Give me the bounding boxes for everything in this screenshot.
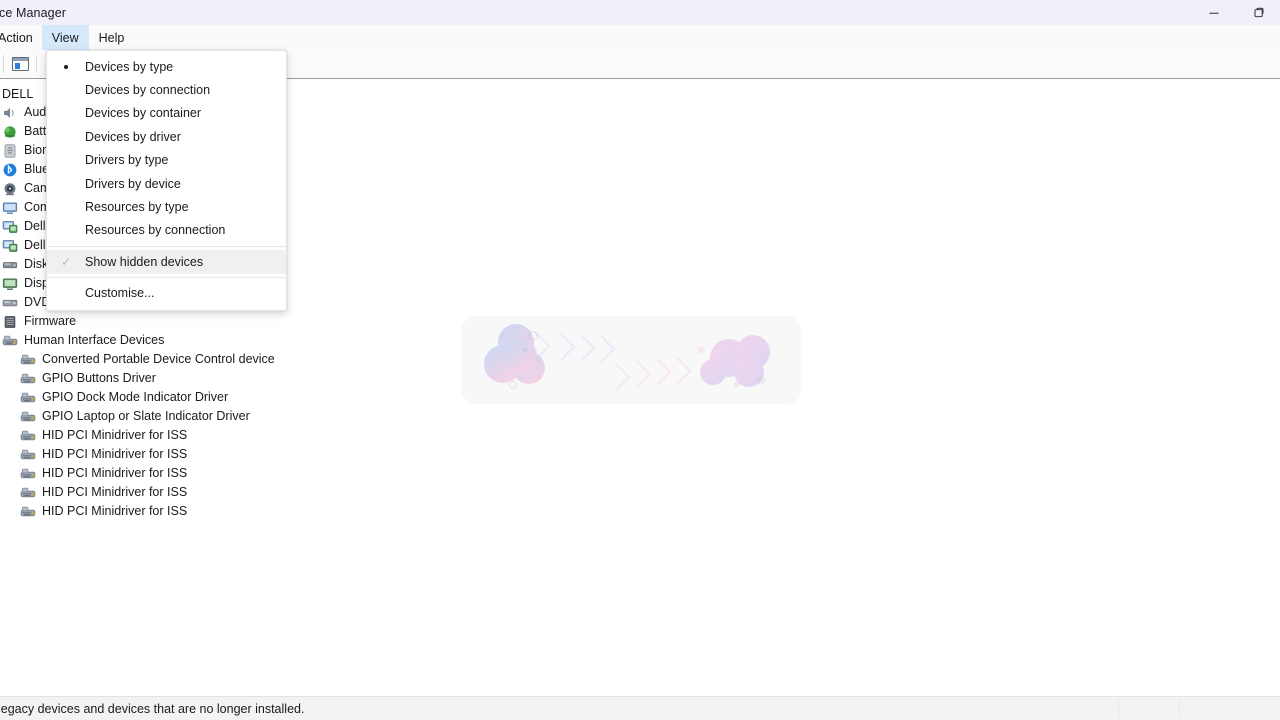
tree-item-label: Bior — [24, 143, 47, 157]
tree-item-label: Aud — [24, 105, 47, 119]
menu-help[interactable]: Help — [89, 25, 135, 50]
menu-bar: Action View Help — [0, 25, 1280, 50]
tree-item-label: HID PCI Minidriver for ISS — [42, 504, 188, 518]
tree-item[interactable]: HID PCI Minidriver for ISS — [0, 445, 470, 464]
window-controls — [1192, 0, 1280, 25]
window-title: ce Manager — [0, 5, 67, 20]
menu-separator-2 — [47, 276, 286, 278]
view-dropdown-menu: Devices by type Devices by connection Devi… — [46, 50, 287, 311]
view-menu-item[interactable]: Devices by connection — [47, 78, 286, 101]
tree-item-label: HID PCI Minidriver for ISS — [42, 428, 188, 442]
status-bar: legacy devices and devices that are no l… — [0, 696, 1280, 720]
hid-icon — [20, 390, 42, 406]
decorative-watermark-banner — [461, 316, 801, 404]
view-menu-item[interactable]: Customise... — [47, 282, 286, 305]
view-menu-item-label: Devices by type — [85, 59, 174, 74]
view-menu-item[interactable]: Resources by connection — [47, 219, 286, 242]
properties-window-icon — [11, 57, 29, 71]
tree-item[interactable]: HID PCI Minidriver for ISS — [0, 464, 470, 483]
tree-item-label: Dell — [24, 219, 46, 233]
hid-icon — [20, 409, 42, 425]
device-icon — [2, 238, 24, 254]
tree-item[interactable]: Human Interface Devices — [0, 331, 470, 350]
view-menu-item-label: Resources by type — [85, 200, 189, 215]
properties-window-button[interactable] — [7, 52, 33, 76]
tree-item-label: Firmware — [24, 314, 77, 328]
view-menu-item-label: Drivers by device — [85, 176, 181, 191]
tree-item-label: Converted Portable Device Control device — [42, 352, 275, 366]
device-icon — [2, 219, 24, 235]
speaker-icon — [2, 105, 24, 121]
tree-item-label: Dell — [24, 238, 46, 252]
tree-item-label: GPIO Laptop or Slate Indicator Driver — [42, 409, 250, 423]
status-separator-2 — [1179, 699, 1180, 719]
hid-icon — [20, 447, 42, 463]
hid-icon — [20, 466, 42, 482]
tree-item-label: Batt — [24, 124, 47, 138]
tree-item[interactable]: Converted Portable Device Control device — [0, 350, 470, 369]
hid-icon — [20, 504, 42, 520]
status-bar-text: legacy devices and devices that are no l… — [0, 701, 305, 716]
battery-icon — [2, 124, 24, 140]
view-menu-item-label: Show hidden devices — [85, 254, 204, 269]
view-menu-item[interactable]: ✓ Show hidden devices — [47, 250, 286, 274]
hid-icon — [20, 428, 42, 444]
view-menu-item[interactable]: Devices by container — [47, 102, 286, 125]
minimize-button[interactable] — [1192, 0, 1236, 25]
tree-item-label: HID PCI Minidriver for ISS — [42, 466, 188, 480]
tree-item[interactable]: HID PCI Minidriver for ISS — [0, 502, 470, 521]
tree-item[interactable]: GPIO Dock Mode Indicator Driver — [0, 388, 470, 407]
tree-item[interactable]: GPIO Laptop or Slate Indicator Driver — [0, 407, 470, 426]
display-icon — [2, 276, 24, 292]
menu-separator-1 — [47, 246, 286, 248]
hid-icon — [20, 352, 42, 368]
tree-item-label: GPIO Dock Mode Indicator Driver — [42, 390, 229, 404]
tree-item[interactable]: GPIO Buttons Driver — [0, 369, 470, 388]
monitor-icon — [2, 200, 24, 216]
tree-item-label: Human Interface Devices — [24, 333, 165, 347]
firmware-icon — [2, 314, 24, 330]
disk-icon — [2, 257, 24, 273]
camera-icon — [2, 181, 24, 197]
view-menu-item[interactable]: Devices by type — [47, 55, 286, 78]
tree-item-label: Disk — [24, 257, 49, 271]
view-menu-item-label: Resources by connection — [85, 223, 226, 238]
view-menu-item-label: Customise... — [85, 286, 155, 301]
view-menu-item-label: Devices by driver — [85, 129, 181, 144]
view-menu-item[interactable]: Devices by driver — [47, 125, 286, 148]
status-separator-1 — [1118, 699, 1119, 719]
view-menu-item[interactable]: Drivers by type — [47, 149, 286, 172]
fingerprint-icon — [2, 143, 24, 159]
tree-item-label: HID PCI Minidriver for ISS — [42, 447, 188, 461]
tree-item-label: GPIO Buttons Driver — [42, 371, 156, 385]
tree-root-label: DELL — [2, 86, 34, 101]
view-menu-item[interactable]: Resources by type — [47, 195, 286, 218]
toolbar-separator-2 — [36, 55, 37, 73]
tree-item[interactable]: Firmware — [0, 312, 470, 331]
hid-icon — [20, 485, 42, 501]
toolbar-separator — [3, 55, 4, 73]
tree-item[interactable]: HID PCI Minidriver for ISS — [0, 483, 470, 502]
maximize-button[interactable] — [1236, 0, 1280, 25]
title-bar: ce Manager — [0, 0, 1280, 25]
hid-icon — [20, 371, 42, 387]
radio-bullet-icon — [47, 64, 85, 69]
status-bar-separators — [1118, 699, 1180, 719]
view-menu-item-label: Devices by connection — [85, 83, 211, 98]
menu-action[interactable]: Action — [0, 25, 42, 50]
tree-item[interactable]: HID PCI Minidriver for ISS — [0, 426, 470, 445]
device-manager-window: ce Manager Action View Help DELL Aud Bat… — [0, 0, 1280, 720]
checkmark-icon: ✓ — [60, 254, 72, 269]
view-menu-item-label: Devices by container — [85, 106, 202, 121]
menu-view[interactable]: View — [41, 25, 89, 50]
bluetooth-icon — [2, 162, 24, 178]
hid-icon — [2, 333, 24, 349]
tree-item-label: HID PCI Minidriver for ISS — [42, 485, 188, 499]
view-menu-item-label: Drivers by type — [85, 153, 169, 168]
view-menu-item[interactable]: Drivers by device — [47, 172, 286, 195]
dvd-icon — [2, 295, 24, 311]
